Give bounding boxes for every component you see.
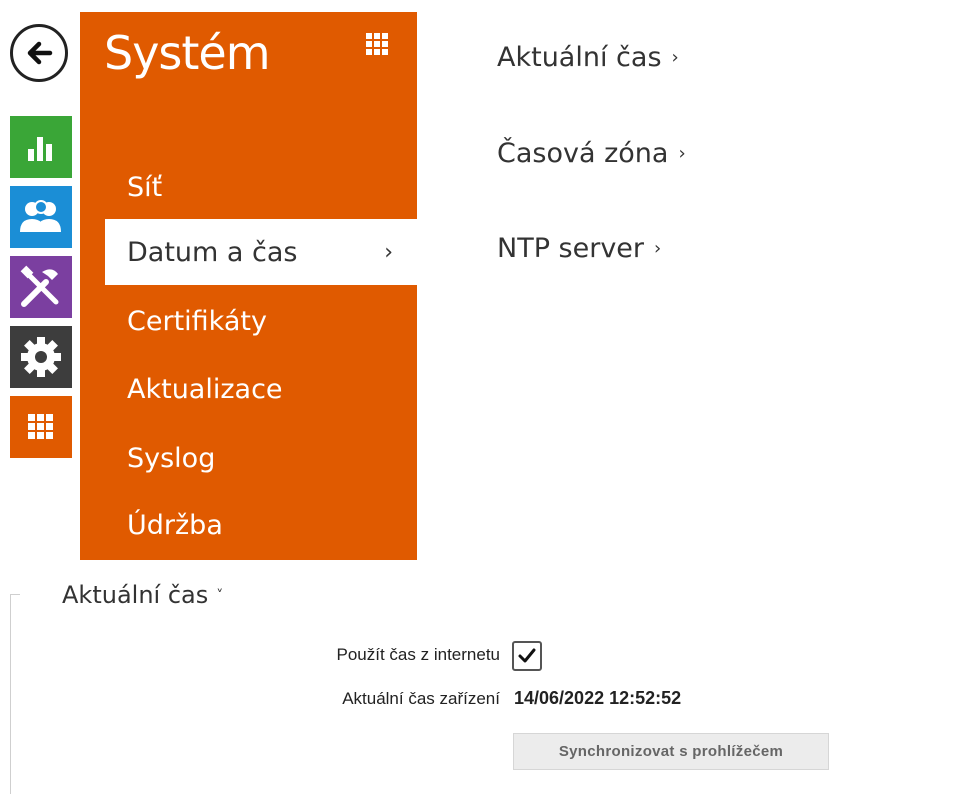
section-link-timezone[interactable]: Časová zóna › [497, 138, 686, 169]
chevron-right-icon: › [654, 238, 662, 259]
section-link-label: Aktuální čas [497, 42, 662, 73]
group-heading-label: Aktuální čas [62, 581, 209, 609]
menu-item-network[interactable]: Síť [80, 154, 417, 220]
use-internet-time-checkbox[interactable] [512, 641, 542, 671]
panel-title: Systém [104, 26, 271, 80]
rail-status-button[interactable] [10, 116, 72, 178]
menu-item-certificates[interactable]: Certifikáty [80, 288, 417, 354]
status-chart-icon [28, 137, 52, 161]
chevron-right-icon: › [671, 47, 679, 68]
rail-services-button[interactable] [10, 256, 72, 318]
menu-item-label: Údržba [127, 509, 223, 541]
menu-item-label: Datum a čas [127, 236, 298, 268]
system-menu-panel: Systém Síť Datum a čas › Certifikáty Akt… [80, 12, 417, 560]
menu-item-label: Síť [127, 171, 163, 203]
section-link-current-time[interactable]: Aktuální čas › [497, 42, 679, 73]
rail-settings-button[interactable] [10, 326, 72, 388]
gear-icon [21, 337, 61, 377]
rail-system-button[interactable] [10, 396, 72, 458]
section-link-ntp-server[interactable]: NTP server › [497, 233, 661, 264]
checkmark-icon [518, 648, 536, 663]
rail-users-button[interactable] [10, 186, 72, 248]
grid-icon [28, 414, 53, 439]
menu-item-update[interactable]: Aktualizace [80, 356, 417, 422]
menu-item-label: Syslog [127, 442, 216, 474]
group-frame-line [10, 594, 11, 794]
menu-item-syslog[interactable]: Syslog [80, 425, 417, 491]
sync-with-browser-button[interactable]: Synchronizovat s prohlížečem [513, 733, 829, 770]
group-frame-corner [10, 594, 20, 595]
device-time-label: Aktuální čas zařízení [342, 689, 500, 708]
use-internet-time-label: Použít čas z internetu [336, 645, 500, 664]
grid-icon [366, 33, 388, 55]
menu-item-label: Certifikáty [127, 305, 267, 337]
menu-item-label: Aktualizace [127, 373, 283, 405]
chevron-right-icon: › [678, 143, 686, 164]
chevron-down-icon: ˅ [216, 588, 224, 604]
section-link-label: Časová zóna [497, 138, 669, 169]
arrow-left-icon [27, 41, 53, 65]
menu-item-maintenance[interactable]: Údržba [80, 492, 417, 558]
back-button[interactable] [10, 24, 68, 82]
menu-item-date-time[interactable]: Datum a čas › [105, 219, 417, 285]
chevron-right-icon: › [384, 239, 393, 265]
tools-icon [20, 265, 59, 307]
users-icon [20, 200, 61, 232]
apps-grid-button[interactable] [365, 32, 389, 61]
group-heading-current-time[interactable]: Aktuální čas ˅ [62, 581, 223, 609]
section-link-label: NTP server [497, 233, 645, 264]
device-time-value: 14/06/2022 12:52:52 [514, 688, 682, 708]
